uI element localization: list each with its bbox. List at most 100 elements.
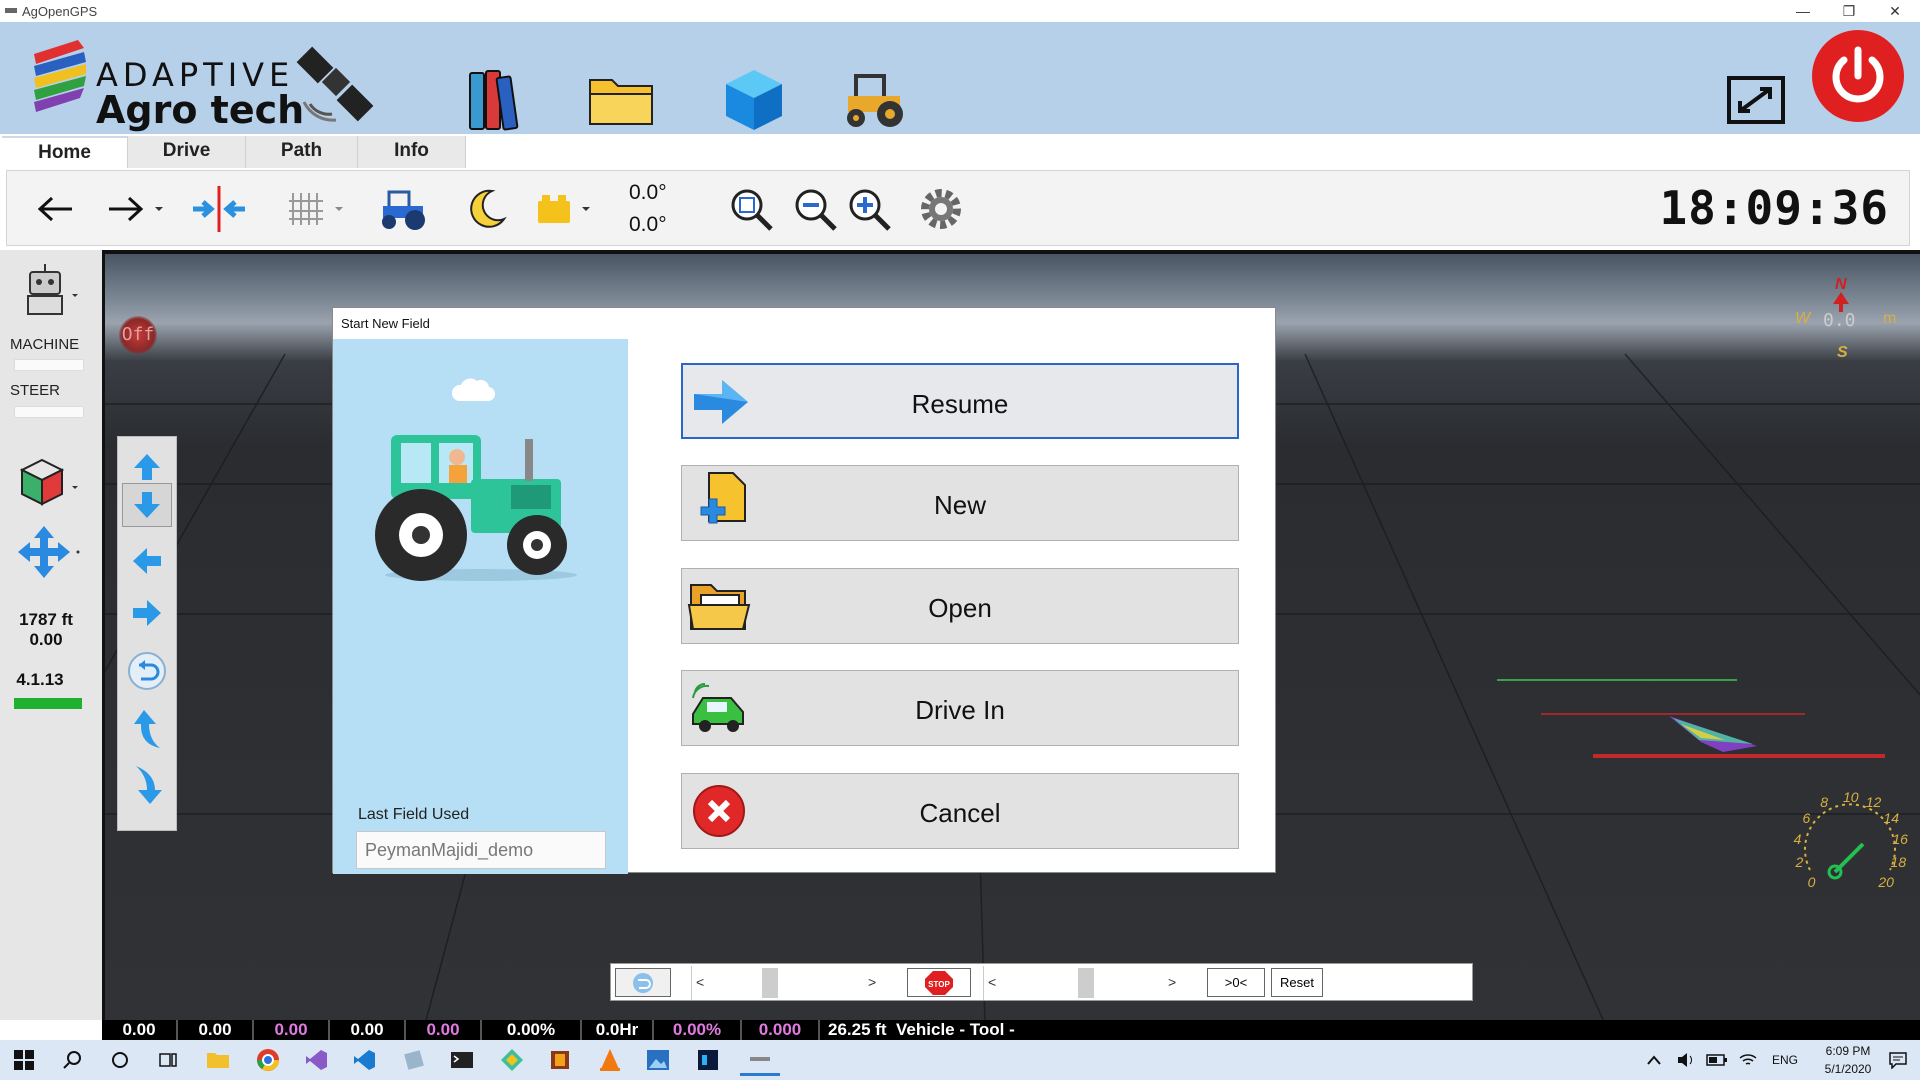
clock-display: 18:09:36 [1659, 181, 1889, 235]
vehicle-settings-button[interactable] [834, 62, 914, 138]
zoom-in-button[interactable] [839, 179, 899, 239]
start-button[interactable] [8, 1044, 40, 1076]
tray-chevron-up-icon[interactable] [1646, 1054, 1662, 1066]
fullscreen-button[interactable] [1716, 62, 1796, 138]
language-indicator[interactable]: ENG [1772, 1053, 1798, 1067]
taskbar-chrome[interactable] [252, 1044, 284, 1076]
cancel-button[interactable]: Cancel [681, 773, 1239, 849]
reset-view-button[interactable] [122, 649, 172, 693]
tab-drive[interactable]: Drive [128, 136, 246, 168]
tab-path[interactable]: Path [246, 136, 358, 168]
camera-view-button[interactable] [18, 456, 82, 512]
snap-to-center-button[interactable] [179, 179, 259, 239]
battery-icon[interactable] [1706, 1054, 1728, 1066]
status-cell: 0.000 [742, 1020, 820, 1040]
taskbar-terminal[interactable] [446, 1044, 478, 1076]
zoom-out-button[interactable] [785, 179, 845, 239]
turn-up-button[interactable] [122, 707, 172, 751]
taskbar-vscode[interactable] [348, 1044, 380, 1076]
rotate-right-button[interactable] [122, 591, 172, 635]
taskbar-photos[interactable] [642, 1044, 674, 1076]
right-slider-increase[interactable]: > [1168, 974, 1176, 990]
taskbar-visual-studio[interactable] [300, 1044, 332, 1076]
version-label: 4.1.13 [16, 670, 64, 689]
zero-button[interactable]: >0< [1207, 968, 1265, 997]
field-tools-books-button[interactable] [452, 62, 532, 138]
taskbar-reader[interactable] [544, 1044, 576, 1076]
section-block-icon [538, 195, 590, 223]
left-slider-decrease[interactable]: < [696, 974, 704, 990]
right-slider-thumb[interactable] [1078, 968, 1094, 998]
u-turn-reset-button[interactable] [615, 968, 671, 997]
windows-taskbar: ENG 6:09 PM 5/1/2020 [0, 1040, 1920, 1080]
status-cell: 0.00 [102, 1020, 178, 1040]
new-field-button[interactable]: New [681, 465, 1239, 541]
section-master-off-button[interactable]: Off [119, 316, 157, 354]
status-bar: 0.00 0.00 0.00 0.00 0.00 0.00% 0.0Hr 0.0… [102, 1020, 1920, 1040]
3d-view-button[interactable] [714, 62, 794, 138]
settings-button[interactable] [911, 179, 971, 239]
restore-button[interactable]: ❐ [1826, 0, 1872, 22]
steer-label: STEER [10, 382, 61, 399]
new-label: New [933, 490, 986, 520]
close-button[interactable]: ✕ [1872, 0, 1918, 22]
zoom-extents-button[interactable] [721, 179, 781, 239]
windows-logo-icon [14, 1050, 34, 1070]
turn-down-button[interactable] [122, 763, 172, 807]
rotate-left-button[interactable] [122, 539, 172, 583]
left-slider[interactable]: < > [691, 966, 881, 1000]
left-slider-increase[interactable]: > [868, 974, 876, 990]
company-logo: ADAPTIVE Agro tech [28, 36, 378, 136]
reset-button[interactable]: Reset [1271, 968, 1323, 997]
machine-label: MACHINE [10, 336, 80, 353]
wifi-icon[interactable] [1738, 1052, 1758, 1068]
open-field-folder-button[interactable] [582, 62, 662, 138]
taskbar-date[interactable]: 5/1/2020 [1818, 1062, 1878, 1076]
taskbar-time[interactable]: 6:09 PM [1818, 1044, 1878, 1058]
pan-move-button[interactable] [16, 522, 86, 580]
right-slider-decrease[interactable]: < [988, 974, 996, 990]
taskbar-app-pen[interactable] [398, 1044, 430, 1076]
drive-in-button[interactable]: Drive In [681, 670, 1239, 746]
taskbar-vlc[interactable] [594, 1044, 626, 1076]
search-button[interactable] [56, 1044, 88, 1076]
agopengps-taskbar-icon [750, 1056, 770, 1061]
diamond-app-icon [501, 1049, 523, 1071]
notifications-icon[interactable] [1888, 1051, 1908, 1069]
day-night-button[interactable] [451, 179, 521, 239]
svg-text:STOP: STOP [928, 980, 950, 989]
tab-home[interactable]: Home [2, 136, 128, 168]
stop-button[interactable]: STOP [907, 968, 971, 997]
last-field-input[interactable] [356, 831, 606, 869]
arrow-right-blue-icon [133, 600, 161, 626]
task-view-button[interactable] [152, 1044, 184, 1076]
agopengps-window: AgOpenGPS — ❐ ✕ ADAPTIVE Agro tech Home … [0, 0, 1920, 1080]
open-field-button[interactable]: Open [681, 568, 1239, 644]
start-new-field-dialog: Start New Field Last Field Used PeymanMa… [332, 307, 1276, 874]
taskbar-photoshop[interactable] [692, 1044, 724, 1076]
taskbar-file-explorer[interactable] [202, 1044, 234, 1076]
right-slider[interactable]: < > [983, 966, 1181, 1000]
zoom-out-icon [795, 189, 837, 231]
power-button[interactable] [1810, 28, 1906, 124]
tab-info[interactable]: Info [358, 136, 466, 168]
autosteer-robot-button[interactable] [20, 260, 90, 318]
nudge-right-button[interactable] [95, 179, 175, 239]
cortana-button[interactable] [104, 1044, 136, 1076]
nudge-left-button[interactable] [21, 179, 91, 239]
volume-icon[interactable] [1676, 1052, 1696, 1068]
taskbar-app-diamond[interactable] [496, 1044, 528, 1076]
satellite-icon [296, 46, 374, 122]
speedometer-tick-label: 0 [1807, 874, 1816, 891]
arrow-right-icon [109, 196, 163, 222]
sections-button[interactable] [529, 179, 599, 239]
autosteer-vehicle-button[interactable] [363, 179, 443, 239]
notebook-icon [404, 1050, 424, 1070]
resume-button[interactable]: Resume [681, 363, 1239, 439]
taskbar-agopengps[interactable] [740, 1044, 780, 1076]
minimize-button[interactable]: — [1780, 0, 1826, 22]
tilt-down-button[interactable] [122, 483, 172, 527]
compass-readout: 0.0 [1823, 310, 1856, 331]
tramline-button[interactable] [275, 179, 355, 239]
left-slider-thumb[interactable] [762, 968, 778, 998]
